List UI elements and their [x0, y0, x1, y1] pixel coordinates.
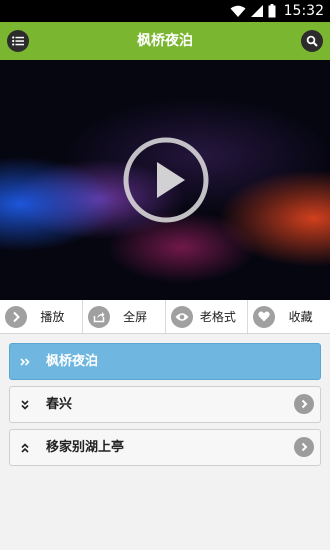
play-action-button[interactable]: 播放 [0, 300, 83, 333]
fullscreen-action-button[interactable]: 全屏 [83, 300, 166, 333]
search-button[interactable] [301, 30, 323, 52]
double-chevron-down-icon [21, 400, 29, 410]
double-chevron-up-icon [21, 443, 29, 453]
status-bar: 15:32 [0, 0, 330, 22]
page-title: 枫桥夜泊 [137, 33, 193, 49]
eye-icon [170, 305, 193, 328]
status-time: 15:32 [283, 3, 324, 19]
video-player[interactable] [0, 60, 330, 300]
app-bar: 枫桥夜泊 [0, 22, 330, 60]
search-icon [306, 35, 318, 47]
chevron-right-icon[interactable] [294, 437, 314, 457]
action-label: 收藏 [288, 310, 313, 324]
action-label: 全屏 [123, 310, 148, 324]
battery-icon [268, 4, 276, 18]
play-icon[interactable] [122, 136, 210, 224]
play-icon [5, 305, 27, 328]
list-item-label: 枫桥夜泊 [46, 354, 99, 369]
share-icon [87, 305, 110, 328]
list-item-label: 移家别湖上亭 [46, 440, 125, 455]
list-item[interactable]: 枫桥夜泊 [9, 343, 321, 380]
favorite-action-button[interactable]: 收藏 [248, 300, 330, 333]
action-label: 老格式 [199, 310, 236, 324]
double-chevron-right-icon [20, 358, 30, 366]
action-label: 播放 [40, 310, 65, 324]
list-item[interactable]: 春兴 [9, 386, 321, 423]
signal-icon [250, 5, 263, 17]
wifi-icon [230, 5, 246, 17]
old-format-action-button[interactable]: 老格式 [166, 300, 249, 333]
action-bar: 播放 全屏 老格式 收藏 [0, 300, 330, 334]
list-item[interactable]: 移家别湖上亭 [9, 429, 321, 466]
list-item-label: 春兴 [46, 397, 73, 412]
status-icons: 15:32 [230, 3, 324, 19]
chevron-right-icon[interactable] [294, 394, 314, 414]
heart-icon [253, 305, 276, 328]
